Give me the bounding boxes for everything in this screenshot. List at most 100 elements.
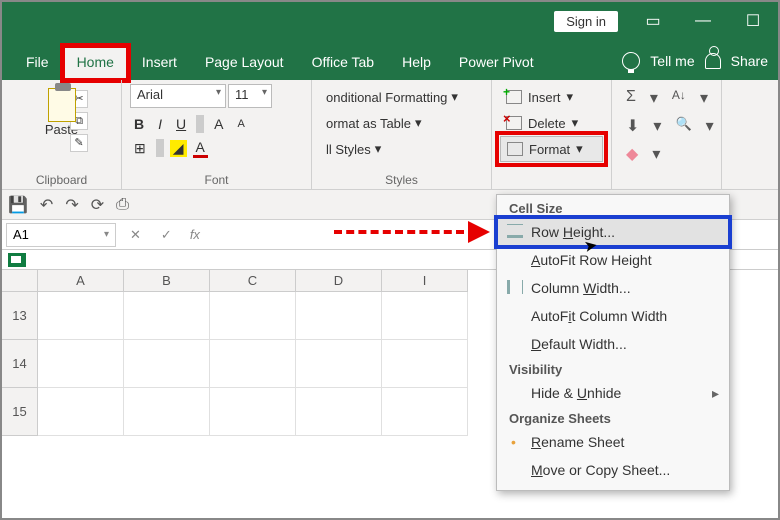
clear-icon[interactable]: ◆ bbox=[626, 144, 638, 164]
clipboard-group-label: Clipboard bbox=[10, 173, 113, 187]
maximize-icon[interactable]: ☐ bbox=[738, 11, 768, 31]
styles-group: onditional Formatting ▾ ormat as Table ▾… bbox=[312, 80, 492, 189]
tab-office-tab[interactable]: Office Tab bbox=[298, 46, 389, 80]
increase-font-icon[interactable]: A bbox=[210, 116, 227, 132]
col-header[interactable]: B bbox=[124, 270, 210, 292]
menu-move-copy-sheet[interactable]: Move or Copy Sheet... bbox=[497, 456, 729, 484]
cell[interactable] bbox=[210, 292, 296, 340]
styles-group-label: Styles bbox=[320, 173, 483, 187]
person-icon bbox=[705, 53, 721, 69]
col-header[interactable]: A bbox=[38, 270, 124, 292]
sort-filter-icon[interactable]: A↓ bbox=[672, 88, 686, 108]
cancel-formula-icon[interactable]: ✕ bbox=[120, 227, 151, 243]
signin-button[interactable]: Sign in bbox=[554, 11, 618, 32]
cell[interactable] bbox=[296, 340, 382, 388]
cell[interactable] bbox=[210, 388, 296, 436]
cell[interactable] bbox=[382, 340, 468, 388]
format-dropdown-menu: Cell Size Row Height... AutoFit Row Heig… bbox=[496, 194, 730, 491]
cell[interactable] bbox=[124, 292, 210, 340]
font-size-combo[interactable]: 11 bbox=[228, 84, 272, 108]
enter-formula-icon[interactable]: ✓ bbox=[151, 227, 182, 243]
annotation-red-arrow bbox=[334, 230, 484, 234]
fill-color-icon[interactable]: ◢ bbox=[170, 140, 187, 157]
column-width-icon bbox=[507, 280, 523, 294]
tab-file[interactable]: File bbox=[12, 46, 63, 80]
tab-help[interactable]: Help bbox=[388, 46, 445, 80]
cell[interactable] bbox=[124, 340, 210, 388]
cell[interactable] bbox=[296, 388, 382, 436]
tab-page-layout[interactable]: Page Layout bbox=[191, 46, 298, 80]
minimize-icon[interactable]: — bbox=[688, 12, 718, 30]
format-as-table-button[interactable]: ormat as Table ▾ bbox=[320, 110, 483, 136]
menu-section-organize: Organize Sheets bbox=[497, 407, 729, 428]
font-group-label: Font bbox=[130, 173, 303, 187]
select-all-corner[interactable] bbox=[2, 270, 38, 292]
row-header[interactable]: 13 bbox=[2, 292, 38, 340]
menu-section-cell-size: Cell Size bbox=[497, 197, 729, 218]
menu-rename-sheet[interactable]: Rename Sheet bbox=[497, 428, 729, 456]
delete-cells-icon bbox=[506, 116, 522, 130]
cell-styles-button[interactable]: ll Styles ▾ bbox=[320, 136, 483, 162]
cells-format-button[interactable]: Format ▾ bbox=[500, 136, 603, 162]
menu-autofit-column[interactable]: AutoFit Column Width bbox=[497, 302, 729, 330]
cell[interactable] bbox=[38, 292, 124, 340]
cells-insert-button[interactable]: Insert ▾ bbox=[500, 84, 603, 110]
ribbon-display-icon[interactable]: ▭ bbox=[638, 11, 668, 31]
tell-me-button[interactable]: Tell me bbox=[650, 53, 694, 69]
clipboard-icon bbox=[48, 88, 76, 122]
cell[interactable] bbox=[210, 340, 296, 388]
menu-autofit-row[interactable]: AutoFit Row Height bbox=[497, 246, 729, 274]
font-name-combo[interactable]: Arial bbox=[130, 84, 226, 108]
conditional-formatting-button[interactable]: onditional Formatting ▾ bbox=[320, 84, 483, 110]
underline-button[interactable]: U bbox=[172, 116, 190, 132]
font-color-icon[interactable]: A bbox=[193, 139, 208, 158]
cells-group: Insert ▾ Delete ▾ Format ▾ bbox=[492, 80, 612, 189]
cells-delete-button[interactable]: Delete ▾ bbox=[500, 110, 603, 136]
tab-power-pivot[interactable]: Power Pivot bbox=[445, 46, 548, 80]
tab-insert[interactable]: Insert bbox=[128, 46, 191, 80]
format-cells-icon bbox=[507, 142, 523, 156]
col-header[interactable]: C bbox=[210, 270, 296, 292]
menu-column-width[interactable]: Column Width... bbox=[497, 274, 729, 302]
fx-label[interactable]: fx bbox=[182, 227, 200, 242]
menu-hide-unhide[interactable]: Hide & Unhide bbox=[497, 379, 729, 407]
find-icon[interactable]: 🔍 bbox=[675, 116, 691, 136]
cell[interactable] bbox=[382, 292, 468, 340]
cell[interactable] bbox=[382, 388, 468, 436]
ribbon-tabs: File Home Insert Page Layout Office Tab … bbox=[2, 40, 778, 80]
qat-icon[interactable]: ⟳ bbox=[91, 195, 104, 215]
cell[interactable] bbox=[38, 340, 124, 388]
bold-button[interactable]: B bbox=[130, 116, 148, 132]
lightbulb-icon bbox=[622, 52, 640, 70]
editing-group: Σ▾ A↓▾ ⬇▾ 🔍▾ ◆▾ bbox=[612, 80, 722, 189]
row-header[interactable]: 15 bbox=[2, 388, 38, 436]
col-header[interactable]: D bbox=[296, 270, 382, 292]
italic-button[interactable]: I bbox=[154, 116, 166, 132]
menu-default-width[interactable]: Default Width... bbox=[497, 330, 729, 358]
row-header[interactable]: 14 bbox=[2, 340, 38, 388]
cell[interactable] bbox=[38, 388, 124, 436]
col-header[interactable]: I bbox=[382, 270, 468, 292]
share-button[interactable]: Share bbox=[731, 53, 768, 69]
window-titlebar: Sign in ▭ — ☐ bbox=[2, 2, 778, 40]
decrease-font-icon[interactable]: A bbox=[233, 118, 248, 130]
name-box[interactable]: A1 bbox=[6, 223, 116, 247]
excel-icon bbox=[8, 253, 26, 267]
cell[interactable] bbox=[124, 388, 210, 436]
fill-icon[interactable]: ⬇ bbox=[626, 116, 639, 136]
qat-icon[interactable]: ⎙ bbox=[116, 196, 129, 214]
save-icon[interactable]: 💾 bbox=[8, 195, 28, 215]
menu-row-height[interactable]: Row Height... bbox=[497, 218, 729, 246]
ribbon: ✂ ⧉ ✎ Paste Clipboard Arial 11 B I U A A… bbox=[2, 80, 778, 190]
insert-cells-icon bbox=[506, 90, 522, 104]
menu-section-visibility: Visibility bbox=[497, 358, 729, 379]
format-painter-icon[interactable]: ✎ bbox=[70, 134, 88, 152]
redo-icon[interactable]: ↷ bbox=[65, 195, 78, 215]
autosum-icon[interactable]: Σ bbox=[626, 88, 636, 108]
paste-button[interactable]: Paste bbox=[10, 88, 113, 137]
cell[interactable] bbox=[296, 292, 382, 340]
row-height-icon bbox=[507, 224, 523, 238]
tab-home[interactable]: Home bbox=[63, 46, 128, 80]
border-icon[interactable]: ⊞ bbox=[130, 140, 150, 157]
undo-icon[interactable]: ↶ bbox=[40, 195, 53, 215]
